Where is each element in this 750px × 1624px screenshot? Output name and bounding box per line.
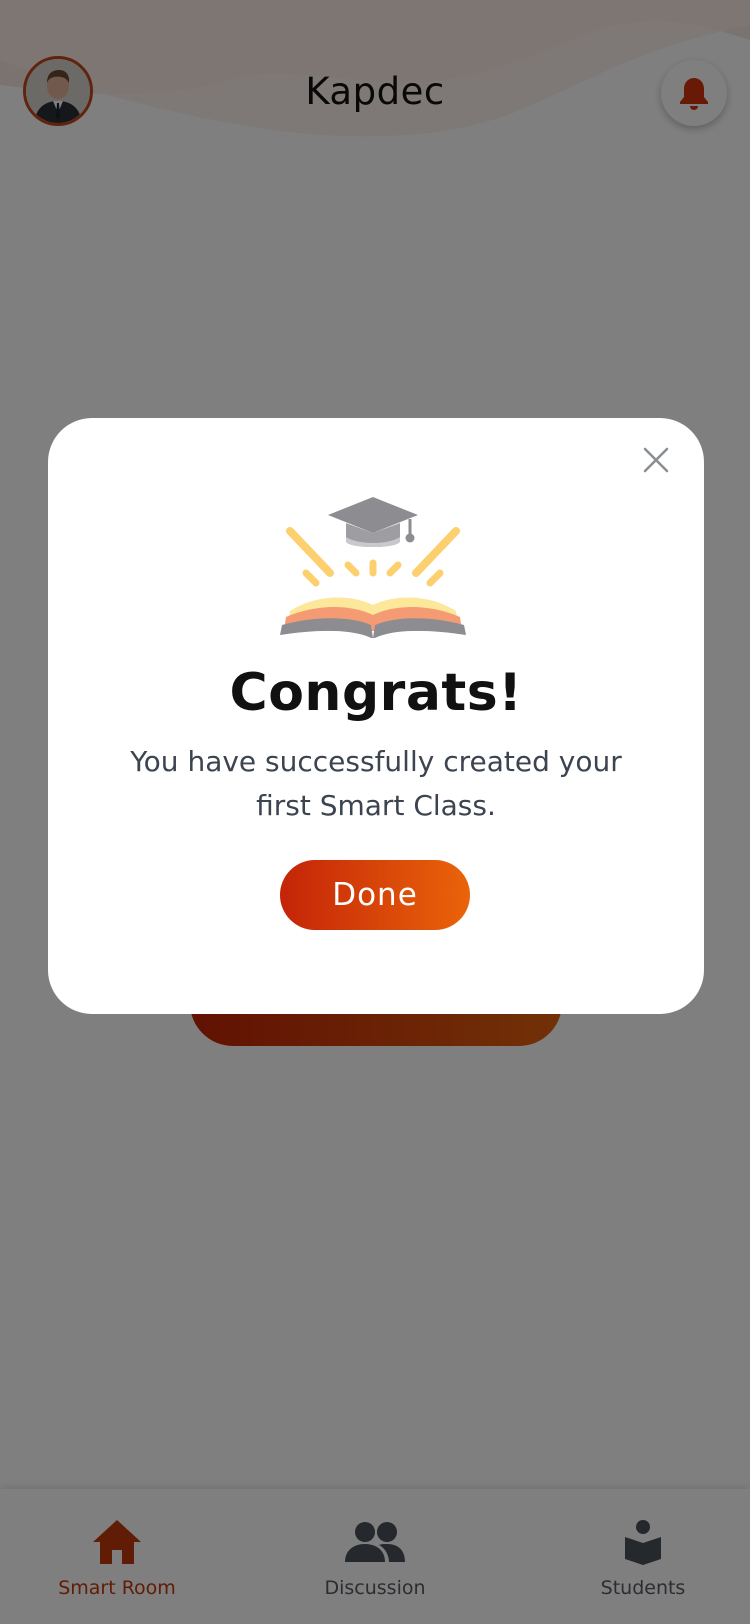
congrats-dialog: Congrats! You have successfully created … xyxy=(48,418,704,1014)
close-button[interactable] xyxy=(636,440,676,480)
dialog-message-line-1: You have successfully created your xyxy=(130,745,622,778)
dialog-message-line-2: first Smart Class. xyxy=(256,789,496,822)
dialog-message: You have successfully created your first… xyxy=(118,740,634,828)
graduation-book-icon xyxy=(280,497,466,638)
done-button[interactable]: Done xyxy=(280,860,470,930)
close-icon xyxy=(643,447,669,473)
dialog-title: Congrats! xyxy=(229,663,523,723)
